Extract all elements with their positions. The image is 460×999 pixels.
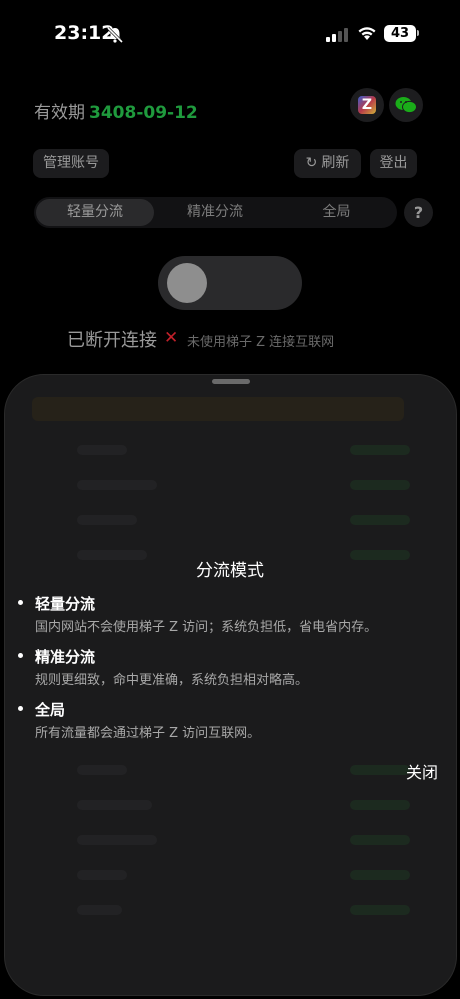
mode-info-desc: 规则更细致，命中更准确，系统负担相对略高。 [35,673,309,688]
connection-status: 已断开连接 [67,330,157,351]
dimmed-row-badge [350,480,410,490]
wechat-icon [395,97,417,114]
dimmed-row-badge [350,870,410,880]
tab-global[interactable]: 全局 [278,199,395,226]
connection-note: 未使用梯子 Z 连接互联网 [187,335,335,350]
mode-info-desc: 所有流量都会通过梯子 Z 访问互联网。 [35,726,261,741]
dimmed-row-badge [350,835,410,845]
tab-light-split[interactable]: 轻量分流 [36,199,154,226]
ladder-z-app-icon[interactable]: Z [350,88,384,122]
dimmed-row [77,800,152,810]
mode-info-title: 轻量分流 [35,595,96,613]
toggle-knob [167,263,207,303]
modal-title: 分流模式 [196,561,264,581]
mode-info-title: 精准分流 [35,648,96,666]
sheet-drag-handle[interactable] [212,379,250,384]
manage-account-button[interactable]: 管理账号 [33,149,109,178]
mode-segmented-control: 轻量分流 精准分流 全局 [34,197,397,228]
bullet-icon [18,600,23,605]
validity-row: 有效期 3408-09-12 [34,98,198,123]
refresh-button[interactable]: ↻ 刷新 [294,149,361,178]
dimmed-row [77,905,122,915]
validity-label: 有效期 [34,103,85,123]
mode-info-desc: 国内网站不会使用梯子 Z 访问；系统负担低，省电省内存。 [35,620,378,635]
dimmed-row [77,870,127,880]
refresh-label: 刷新 [321,155,350,171]
logout-button[interactable]: 登出 [370,149,417,178]
dimmed-row-badge [350,800,410,810]
dimmed-row-badge [350,515,410,525]
cross-mark-icon: ✕ [164,328,179,348]
z-logo-icon: Z [358,96,376,114]
dimmed-row [77,515,137,525]
close-button[interactable]: 关闭 [406,759,438,783]
tab-precise-split[interactable]: 精准分流 [156,199,274,226]
dimmed-row-badge [350,905,410,915]
connection-toggle[interactable] [158,256,302,310]
validity-date: 3408-09-12 [89,103,198,123]
wechat-app-icon[interactable] [389,88,423,122]
bullet-icon [18,706,23,711]
mode-info-title: 全局 [35,701,66,719]
dimmed-row [77,445,127,455]
bullet-icon [18,653,23,658]
dimmed-banner [32,397,404,421]
dimmed-row-badge [350,445,410,455]
dimmed-row-badge [350,765,410,775]
dimmed-row [77,835,157,845]
dimmed-row [77,480,157,490]
help-button[interactable]: ? [404,198,433,227]
refresh-icon: ↻ [305,155,318,171]
dimmed-row [77,765,127,775]
